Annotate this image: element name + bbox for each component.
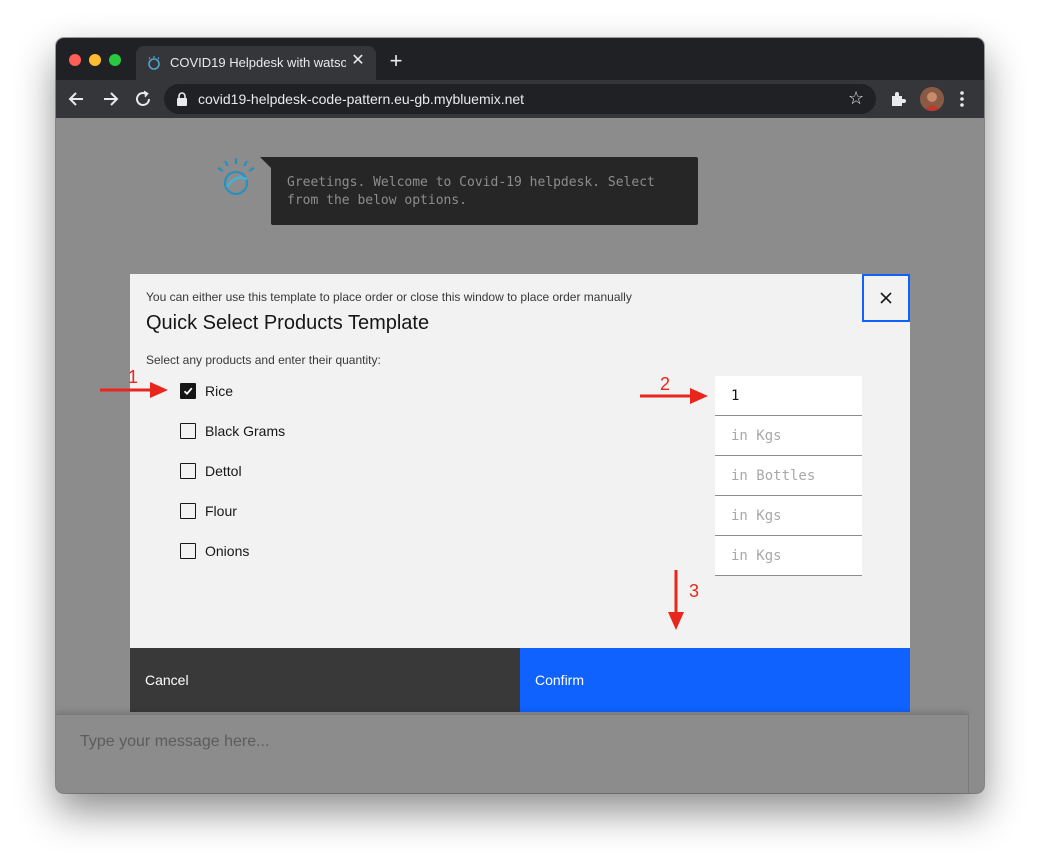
- dettol-checkbox[interactable]: [180, 463, 196, 479]
- onions-quantity-input[interactable]: [715, 536, 862, 575]
- bot-message: Greetings. Welcome to Covid-19 helpdesk.…: [271, 157, 698, 225]
- product-label: Black Grams: [205, 423, 286, 439]
- browser-window: COVID19 Helpdesk with watson ✕ + covid19…: [56, 38, 984, 793]
- new-tab-button[interactable]: +: [386, 50, 406, 72]
- annotation-arrow-2-icon: [640, 388, 708, 404]
- back-icon[interactable]: [66, 88, 88, 110]
- black-grams-quantity-field[interactable]: [715, 416, 862, 456]
- tab-title: COVID19 Helpdesk with watson: [170, 55, 346, 70]
- address-bar[interactable]: covid19-helpdesk-code-pattern.eu-gb.mybl…: [164, 84, 876, 114]
- modal-helper-text: You can either use this template to plac…: [146, 290, 632, 304]
- product-label: Rice: [205, 383, 234, 399]
- confirm-button[interactable]: Confirm: [520, 648, 910, 712]
- profile-avatar[interactable]: [920, 87, 944, 111]
- forward-icon[interactable]: [99, 88, 121, 110]
- profile-photo-icon: [920, 87, 944, 111]
- onions-checkbox[interactable]: [180, 543, 196, 559]
- reload-icon[interactable]: [132, 88, 154, 110]
- checkmark-icon: [183, 387, 193, 396]
- page-viewport: Greetings. Welcome to Covid-19 helpdesk.…: [56, 118, 984, 793]
- annotation-number-3: 3: [689, 581, 700, 601]
- extensions-icon[interactable]: [889, 90, 907, 108]
- flour-quantity-field[interactable]: [715, 496, 862, 536]
- maximize-window-button[interactable]: [109, 54, 121, 66]
- browser-tab[interactable]: COVID19 Helpdesk with watson ✕: [136, 46, 376, 80]
- annotation-arrow-1-icon: [100, 382, 168, 398]
- close-window-button[interactable]: [69, 54, 81, 66]
- url-text: covid19-helpdesk-code-pattern.eu-gb.mybl…: [198, 91, 525, 107]
- tab-bar: COVID19 Helpdesk with watson ✕ +: [56, 38, 984, 80]
- dettol-quantity-input[interactable]: [715, 456, 862, 495]
- lock-icon: [177, 92, 187, 106]
- bookmark-star-icon[interactable]: ☆: [848, 89, 866, 107]
- composer-scrollbar[interactable]: [968, 714, 984, 793]
- flour-quantity-input[interactable]: [715, 496, 862, 535]
- black-grams-quantity-input[interactable]: [715, 416, 862, 455]
- product-label: Onions: [205, 543, 250, 559]
- annotation-arrow-3-icon: [668, 570, 684, 630]
- browser-toolbar: covid19-helpdesk-code-pattern.eu-gb.mybl…: [56, 80, 984, 118]
- watson-logo-icon: [217, 158, 255, 196]
- product-label: Flour: [205, 503, 237, 519]
- modal-title: Quick Select Products Template: [146, 312, 430, 334]
- product-label: Dettol: [205, 463, 242, 479]
- message-composer: [56, 714, 968, 793]
- message-input[interactable]: [56, 717, 968, 767]
- close-tab-icon[interactable]: ✕: [350, 53, 366, 69]
- close-icon: [880, 292, 892, 304]
- flour-checkbox[interactable]: [180, 503, 196, 519]
- rice-checkbox[interactable]: [180, 383, 196, 399]
- dettol-quantity-field[interactable]: [715, 456, 862, 496]
- black-grams-checkbox[interactable]: [180, 423, 196, 439]
- quick-select-modal: You can either use this template to plac…: [100, 274, 910, 712]
- rice-quantity-field[interactable]: [715, 376, 862, 416]
- rice-quantity-input[interactable]: [715, 376, 862, 415]
- cancel-button[interactable]: Cancel: [130, 648, 520, 712]
- select-products-label: Select any products and enter their quan…: [146, 353, 381, 367]
- minimize-window-button[interactable]: [89, 54, 101, 66]
- onions-quantity-field[interactable]: [715, 536, 862, 576]
- watson-favicon-icon: [148, 56, 160, 70]
- browser-menu-icon[interactable]: [956, 89, 968, 109]
- modal-close-button[interactable]: [862, 274, 910, 322]
